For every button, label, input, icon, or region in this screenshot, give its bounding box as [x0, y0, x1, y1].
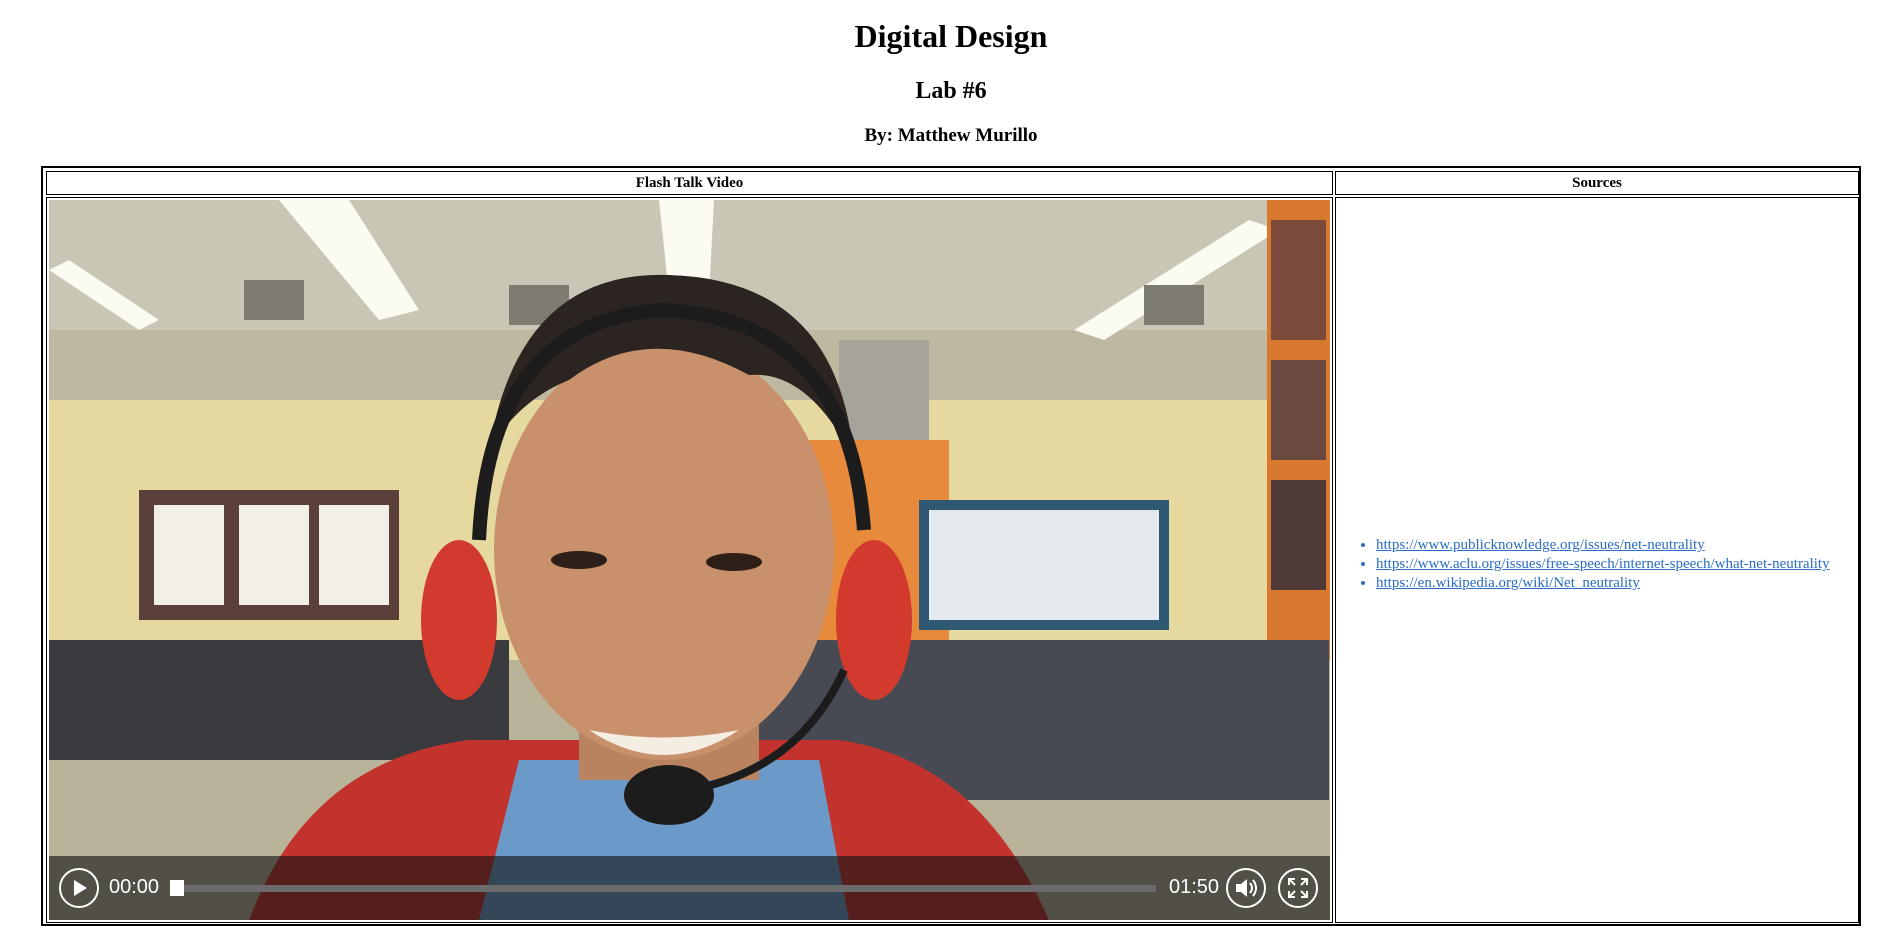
- duration: 01:50: [1169, 876, 1220, 898]
- video-frame: [49, 200, 1330, 920]
- play-icon: [74, 880, 87, 896]
- seek-thumb[interactable]: [170, 880, 184, 896]
- volume-button[interactable]: [1226, 868, 1266, 908]
- author-line: By: Matthew Murillo: [864, 125, 1038, 146]
- sources-cell: https://www.publicknowledge.org/issues/n…: [1335, 197, 1859, 923]
- current-time: 00:00: [109, 876, 160, 898]
- content-table: Flash Talk Video Sources 00:00 01:50 • h…: [41, 166, 1861, 926]
- sources-list: https://www.publicknowledge.org/issues/n…: [1336, 536, 1830, 593]
- play-button[interactable]: [59, 868, 99, 908]
- video-cell: 00:00 01:50: [46, 197, 1333, 923]
- page-subtitle: Lab #6: [915, 78, 987, 104]
- list-item: https://www.aclu.org/issues/free-speech/…: [1376, 555, 1830, 574]
- fullscreen-button[interactable]: [1278, 868, 1318, 908]
- source-link-aclu[interactable]: https://www.aclu.org/issues/free-speech/…: [1376, 556, 1830, 572]
- video-player[interactable]: 00:00 01:50: [49, 200, 1330, 920]
- fullscreen-icon: [1288, 878, 1308, 898]
- video-controls-bar: 00:00 01:50: [49, 856, 1330, 920]
- video-column-header: Flash Talk Video: [46, 171, 1333, 195]
- volume-icon: [1236, 879, 1257, 897]
- page-title: Digital Design: [854, 18, 1048, 54]
- list-item: https://en.wikipedia.org/wiki/Net_neutra…: [1376, 574, 1830, 593]
- sources-column-header: Sources: [1335, 171, 1859, 195]
- source-link-wikipedia[interactable]: https://en.wikipedia.org/wiki/Net_neutra…: [1376, 575, 1640, 591]
- list-item: https://www.publicknowledge.org/issues/n…: [1376, 536, 1830, 555]
- source-link-publicknowledge[interactable]: https://www.publicknowledge.org/issues/n…: [1376, 537, 1705, 553]
- seek-bar[interactable]: [170, 885, 1156, 892]
